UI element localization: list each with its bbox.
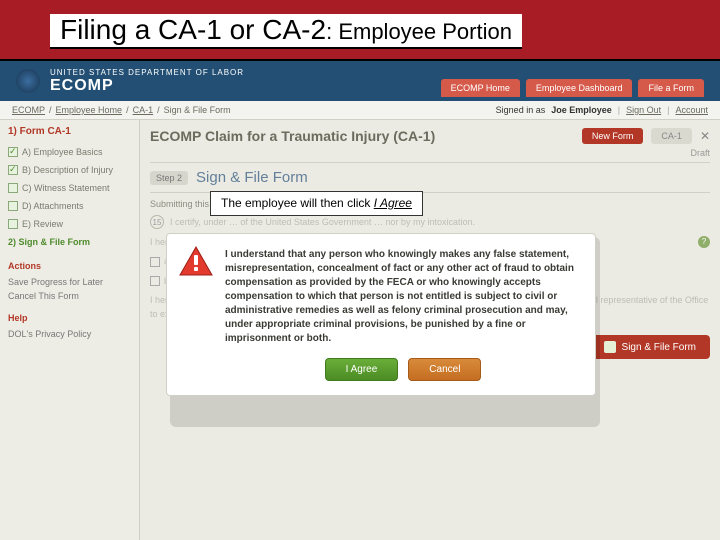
check-icon xyxy=(8,147,18,157)
callout-text: The employee will then click xyxy=(221,196,374,210)
page-title: ECOMP Claim for a Traumatic Injury (CA-1… xyxy=(150,128,574,144)
slide-title-main: Filing a CA-1 or CA-2 xyxy=(60,14,326,45)
crumb-current: Sign & File Form xyxy=(164,105,231,115)
content-header: ECOMP Claim for a Traumatic Injury (CA-1… xyxy=(150,128,710,144)
dept-text: UNITED STATES DEPARTMENT OF LABOR ECOMP xyxy=(50,68,244,95)
breadcrumb: ECOMP / Employee Home / CA-1 / Sign & Fi… xyxy=(0,101,720,120)
action-cancel-form[interactable]: Cancel This Form xyxy=(8,289,131,303)
tab-employee-dashboard[interactable]: Employee Dashboard xyxy=(526,79,633,97)
sidebar-item-witness[interactable]: C) Witness Statement xyxy=(8,179,131,197)
check-icon xyxy=(8,219,18,229)
sidebar-item-label: C) Witness Statement xyxy=(22,183,110,193)
modal-text: I understand that any person who knowing… xyxy=(225,248,581,346)
cancel-button[interactable]: Cancel xyxy=(408,358,481,381)
signed-in-label: Signed in as xyxy=(496,105,546,115)
slide-title-bar: Filing a CA-1 or CA-2: Employee Portion xyxy=(0,0,720,61)
check-icon xyxy=(8,201,18,211)
app-screenshot: UNITED STATES DEPARTMENT OF LABOR ECOMP … xyxy=(0,61,720,540)
callout-emphasis: I Agree xyxy=(374,196,412,210)
crumb-ca1[interactable]: CA-1 xyxy=(133,105,154,115)
sidebar-heading: 1) Form CA-1 xyxy=(8,126,131,137)
dol-seal-icon xyxy=(16,69,40,93)
i-agree-button[interactable]: I Agree xyxy=(325,358,399,381)
crumb-employee-home[interactable]: Employee Home xyxy=(56,105,123,115)
sign-file-label: Sign & File Form xyxy=(622,342,696,353)
badge-ca1: CA-1 xyxy=(651,128,692,144)
check-icon xyxy=(8,183,18,193)
slide-title-sub: : Employee Portion xyxy=(326,19,512,44)
sidebar-item-label: D) Attachments xyxy=(22,201,84,211)
sidebar-item-employee-basics[interactable]: A) Employee Basics xyxy=(8,143,131,161)
slide-title: Filing a CA-1 or CA-2: Employee Portion xyxy=(50,14,522,49)
cert-text: I certify, under … of the United States … xyxy=(170,217,475,227)
account-link[interactable]: Account xyxy=(675,105,708,115)
tab-ecomp-home[interactable]: ECOMP Home xyxy=(441,79,520,97)
app-name: ECOMP xyxy=(50,77,244,95)
tab-file-form[interactable]: File a Form xyxy=(638,79,704,97)
step-number-icon: 15 xyxy=(150,215,164,229)
header-tabs: ECOMP Home Employee Dashboard File a For… xyxy=(441,79,704,97)
dept-line: UNITED STATES DEPARTMENT OF LABOR xyxy=(50,68,244,77)
close-icon[interactable]: ✕ xyxy=(700,129,710,143)
sidebar: 1) Form CA-1 A) Employee Basics B) Descr… xyxy=(0,120,140,540)
sidebar-item-label: B) Description of Injury xyxy=(22,165,113,175)
action-save-progress[interactable]: Save Progress for Later xyxy=(8,275,131,289)
help-privacy[interactable]: DOL's Privacy Policy xyxy=(8,327,131,341)
signed-in-user: Joe Employee xyxy=(551,105,612,115)
signout-link[interactable]: Sign Out xyxy=(626,105,661,115)
step-row: Step 2 Sign & File Form xyxy=(150,162,710,193)
sidebar-item-description[interactable]: B) Description of Injury xyxy=(8,161,131,179)
step-title: Sign & File Form xyxy=(196,169,308,186)
sidebar-actions-heading: Actions xyxy=(8,261,131,271)
auth-block: Signed in as Joe Employee | Sign Out | A… xyxy=(496,105,708,115)
sign-file-button[interactable]: Sign & File Form xyxy=(590,335,710,359)
help-icon[interactable]: ? xyxy=(698,236,710,248)
checkbox-icon[interactable] xyxy=(150,257,160,267)
sidebar-item-attachments[interactable]: D) Attachments xyxy=(8,197,131,215)
confirmation-modal: I understand that any person who knowing… xyxy=(166,233,596,396)
dept-header: UNITED STATES DEPARTMENT OF LABOR ECOMP … xyxy=(0,61,720,101)
step-badge: Step 2 xyxy=(150,171,188,185)
sidebar-item-sign-file[interactable]: 2) Sign & File Form xyxy=(8,233,131,251)
instruction-callout: The employee will then click I Agree xyxy=(210,191,423,216)
modal-buttons: I Agree Cancel xyxy=(225,358,581,381)
badge-draft: Draft xyxy=(150,148,710,158)
pen-icon xyxy=(604,341,616,353)
warning-icon xyxy=(179,246,213,276)
crumb-ecomp[interactable]: ECOMP xyxy=(12,105,45,115)
sidebar-item-review[interactable]: E) Review xyxy=(8,215,131,233)
badge-new-form: New Form xyxy=(582,128,644,144)
sidebar-help-heading: Help xyxy=(8,313,131,323)
checkbox-icon[interactable] xyxy=(150,276,160,286)
check-icon xyxy=(8,165,18,175)
sidebar-item-label: E) Review xyxy=(22,219,63,229)
sidebar-item-label: A) Employee Basics xyxy=(22,147,103,157)
